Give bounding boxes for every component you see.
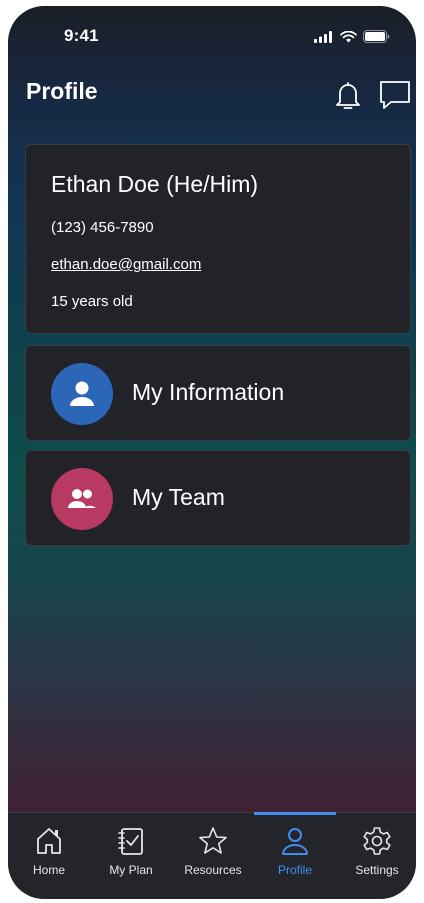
tab-settings[interactable]: Settings (336, 813, 416, 899)
chat-icon (380, 81, 410, 109)
phone-screen: 9:41 Profile Ethan Doe (He/Him) (123) 45… (8, 6, 416, 899)
tab-settings-label: Settings (355, 863, 399, 877)
my-information-avatar (51, 363, 113, 425)
person-icon (70, 381, 94, 406)
user-phone: (123) 456-7890 (51, 219, 154, 236)
notifications-button[interactable] (332, 78, 364, 112)
profile-icon (282, 828, 308, 855)
tab-my-plan-label: My Plan (109, 863, 153, 877)
team-icon (68, 489, 96, 508)
my-team-label: My Team (132, 484, 225, 510)
plan-icon (118, 828, 143, 855)
user-name: Ethan Doe (He/Him) (51, 171, 259, 197)
my-team-avatar (51, 468, 113, 530)
tab-profile[interactable]: Profile (254, 812, 336, 899)
tab-profile-label: Profile (277, 863, 312, 877)
home-icon (37, 828, 61, 854)
status-bar: 9:41 (8, 26, 416, 50)
battery-icon (363, 30, 390, 43)
gear-icon (363, 827, 391, 855)
tab-my-plan[interactable]: My Plan (90, 813, 172, 899)
messages-button[interactable] (378, 78, 410, 112)
tab-home[interactable]: Home (8, 813, 90, 899)
user-card: Ethan Doe (He/Him) (123) 456-7890 ethan.… (25, 144, 411, 334)
wifi-icon (340, 30, 357, 42)
tab-resources-label: Resources (184, 863, 242, 877)
my-team-button[interactable]: My Team (25, 450, 411, 546)
status-time: 9:41 (64, 26, 99, 45)
tab-home-label: Home (32, 863, 65, 877)
signal-icon (314, 30, 332, 43)
active-tab-indicator (254, 812, 336, 815)
status-icons (314, 30, 390, 43)
user-email-link[interactable]: ethan.doe@gmail.com (51, 256, 201, 273)
star-icon (199, 827, 227, 854)
page-title: Profile (26, 78, 98, 104)
my-information-button[interactable]: My Information (25, 345, 411, 441)
bell-icon (336, 82, 360, 109)
my-information-label: My Information (132, 379, 285, 405)
tab-bar: Home My Plan Resources Profile Settings (8, 812, 416, 899)
user-age: 15 years old (51, 293, 133, 310)
tab-resources[interactable]: Resources (172, 813, 254, 899)
